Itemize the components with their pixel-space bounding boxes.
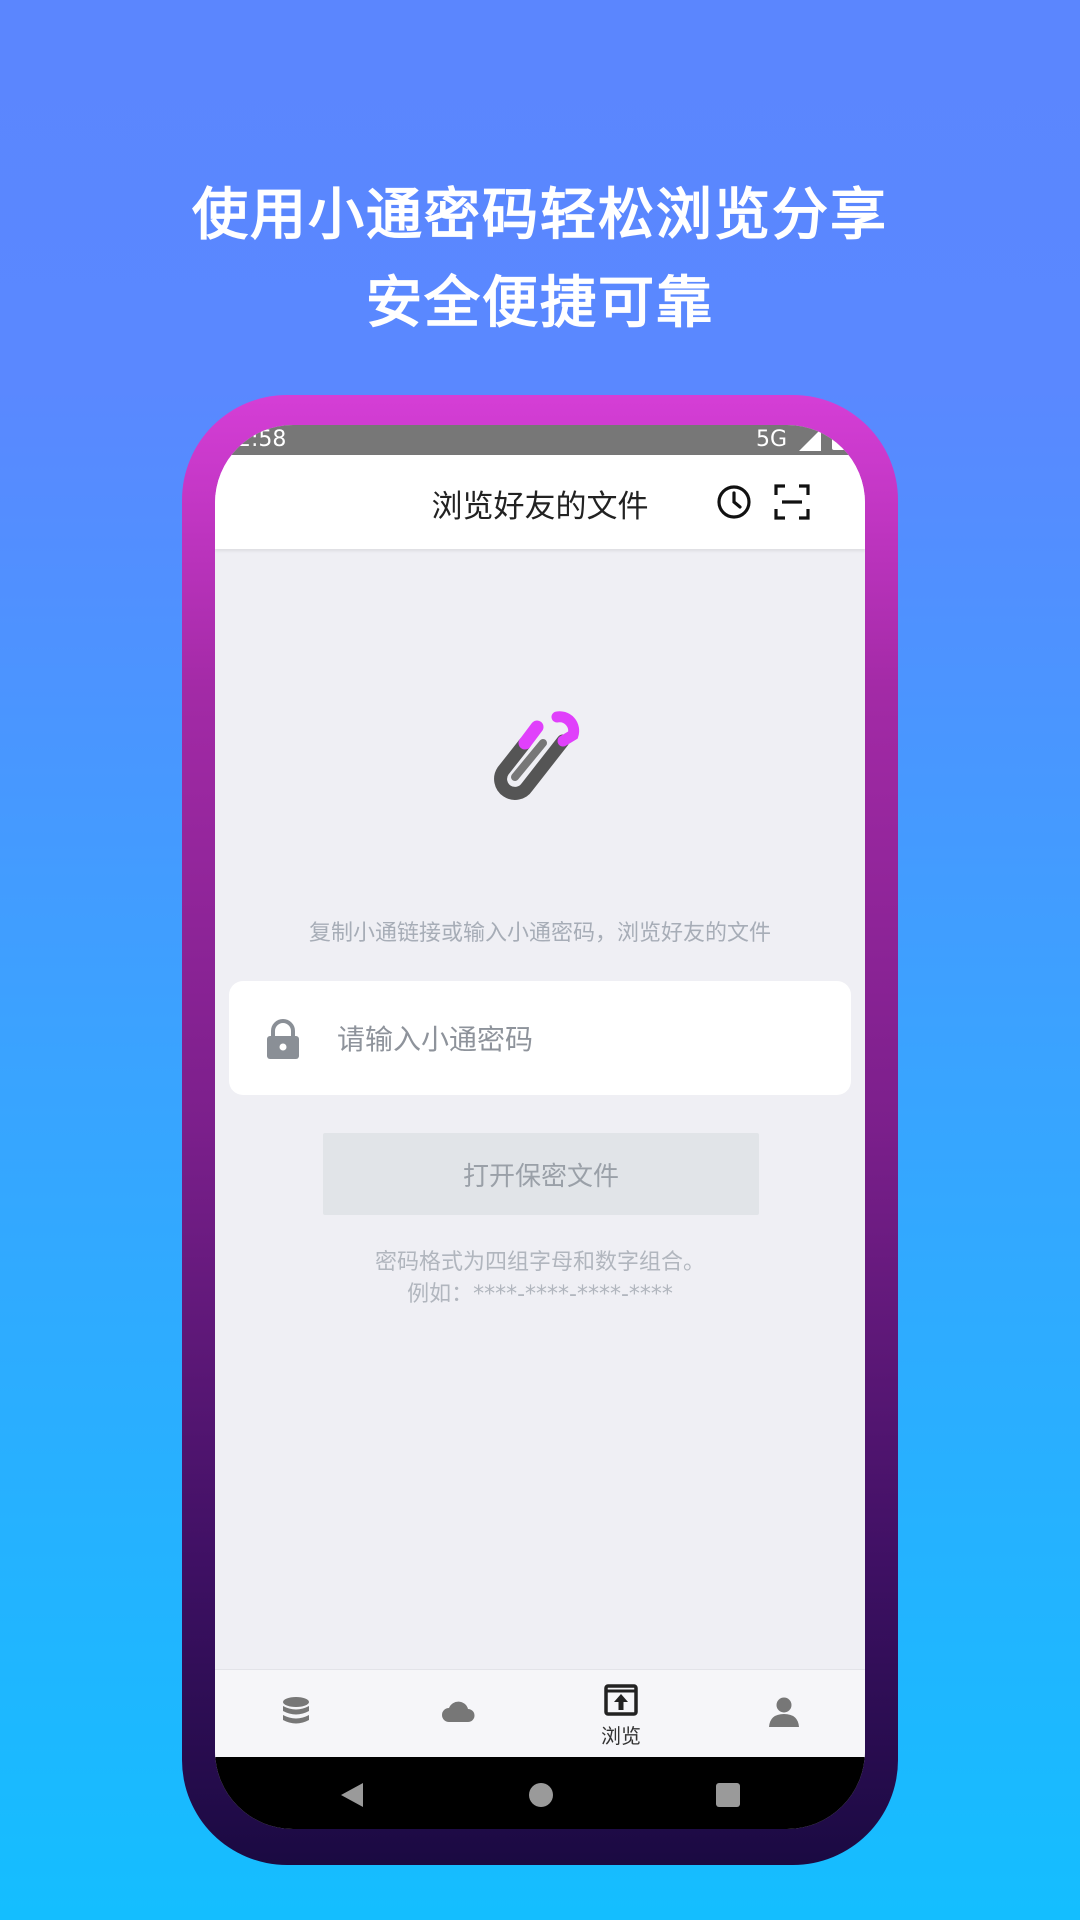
- open-secret-file-button[interactable]: 打开保密文件: [323, 1133, 759, 1215]
- phone-frame: 2:58 5G 浏览好友的文件 复制小通链接或输入小通密码，浏览好友的文件 请输…: [182, 395, 898, 1865]
- status-network: 5G: [755, 427, 787, 452]
- signal-icon: [799, 429, 821, 451]
- home-icon[interactable]: [529, 1783, 553, 1807]
- nav-item-profile[interactable]: [703, 1670, 865, 1758]
- cloud-icon: [442, 1701, 475, 1722]
- nav-label-browse: 浏览: [601, 1724, 641, 1748]
- recent-apps-icon[interactable]: [716, 1783, 740, 1807]
- promo-headline-line2: 安全便捷可靠: [366, 271, 714, 336]
- battery-icon: [832, 428, 845, 450]
- instruction-text: 复制小通链接或输入小通密码，浏览好友的文件: [308, 921, 771, 946]
- status-bar: 2:58 5G: [215, 425, 865, 455]
- password-input[interactable]: [335, 1001, 829, 1077]
- format-note-example: 例如：****-****-****-****: [407, 1282, 673, 1307]
- history-icon[interactable]: [715, 483, 753, 521]
- page-title: 浏览好友的文件: [431, 489, 649, 525]
- password-format-note: 密码格式为四组字母和数字组合。 例如：****-****-****-****: [215, 1247, 865, 1311]
- bottom-navigation: 浏览: [215, 1669, 865, 1758]
- phone-screen: 2:58 5G 浏览好友的文件 复制小通链接或输入小通密码，浏览好友的文件 请输…: [215, 425, 865, 1829]
- back-icon[interactable]: [339, 1781, 365, 1809]
- status-time: 2:58: [237, 427, 287, 452]
- app-bar: 浏览好友的文件: [215, 455, 865, 549]
- system-navigation-bar: [215, 1757, 865, 1829]
- nav-item-cloud[interactable]: [377, 1670, 539, 1758]
- nav-item-database[interactable]: [215, 1670, 377, 1758]
- promo-headline-line1: 使用小通密码轻松浏览分享: [192, 183, 888, 248]
- password-input-container: [229, 981, 851, 1095]
- paperclip-logo-icon: [494, 711, 580, 800]
- database-icon: [283, 1697, 309, 1724]
- lock-icon: [267, 1019, 299, 1059]
- user-icon: [769, 1697, 799, 1727]
- browse-upload-icon: [604, 1684, 638, 1716]
- format-note-line1: 密码格式为四组字母和数字组合。: [374, 1250, 705, 1275]
- scan-icon[interactable]: [773, 483, 811, 521]
- nav-item-browse[interactable]: 浏览: [540, 1670, 702, 1758]
